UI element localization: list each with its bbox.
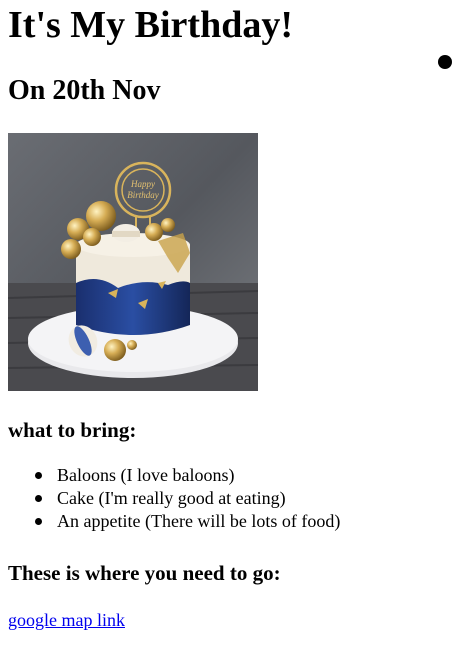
- google-map-link[interactable]: google map link: [8, 608, 125, 632]
- svg-text:Happy: Happy: [130, 179, 155, 189]
- list-item: Cake (I'm really good at eating): [8, 487, 340, 510]
- date-heading: On 20th Nov: [8, 75, 161, 106]
- stray-bullet-icon: [438, 55, 452, 69]
- bullet-icon: [35, 495, 42, 502]
- bring-list: Baloons (I love baloons) Cake (I'm reall…: [8, 464, 340, 533]
- bullet-icon: [35, 472, 42, 479]
- svg-text:Birthday: Birthday: [127, 190, 159, 200]
- list-item: Baloons (I love baloons): [8, 464, 340, 487]
- list-item-text: Cake (I'm really good at eating): [57, 488, 286, 508]
- what-to-bring-heading: what to bring:: [8, 418, 137, 442]
- page-title: It's My Birthday!: [8, 4, 293, 46]
- list-item: An appetite (There will be lots of food): [8, 510, 340, 533]
- list-item-text: Baloons (I love baloons): [57, 465, 235, 485]
- list-item-text: An appetite (There will be lots of food): [57, 511, 341, 531]
- location-heading: These is where you need to go:: [8, 561, 281, 585]
- birthday-cake-image: Happy Birthday: [8, 133, 258, 391]
- bullet-icon: [35, 518, 42, 525]
